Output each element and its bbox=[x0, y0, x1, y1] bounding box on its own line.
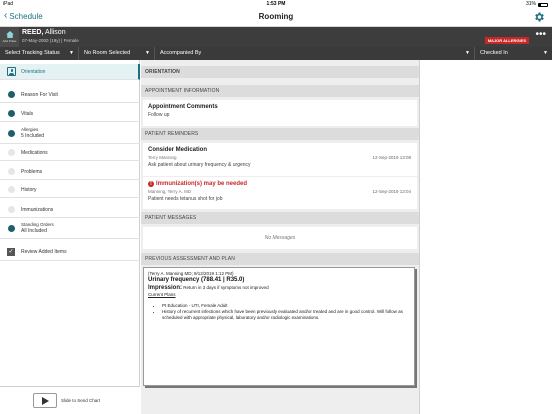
previous-assessment-header: PREVIOUS ASSESSMENT AND PLAN bbox=[141, 253, 419, 265]
sidebar-item-label: Review Added Items bbox=[21, 249, 67, 255]
slide-handle-play-icon[interactable] bbox=[33, 393, 57, 408]
sidebar: Orientation Reason For Visit Vitals Alle… bbox=[0, 60, 140, 414]
status-dot-icon bbox=[8, 149, 15, 156]
reminder-card[interactable]: ! Immunization(s) may be needed Manning,… bbox=[143, 177, 417, 209]
impression-label: Impression: bbox=[148, 285, 183, 291]
accompanied-by-dropdown[interactable]: Accompanied By ▼ bbox=[155, 47, 475, 60]
reminder-date: 12-Sep-2019 13:04 bbox=[372, 189, 411, 194]
orientation-header: ORIENTATION bbox=[141, 66, 419, 78]
sidebar-item-problems[interactable]: Problems bbox=[0, 164, 140, 180]
patient-name[interactable]: REED, Allison bbox=[22, 29, 66, 36]
sidebar-item-label: Vitals bbox=[21, 110, 34, 117]
reminder-date: 12-Sep-2019 13:08 bbox=[372, 155, 411, 160]
battery-icon bbox=[538, 3, 548, 7]
patient-reminders-header: PATIENT REMINDERS bbox=[141, 128, 419, 140]
sidebar-item-text: Standing Orders All Included bbox=[21, 222, 54, 234]
navigation-bar: ‹ Schedule Rooming bbox=[0, 8, 552, 27]
status-dot-icon bbox=[8, 224, 15, 232]
gear-icon[interactable] bbox=[533, 11, 545, 23]
status-dot-icon bbox=[8, 110, 15, 117]
status-bar: iPad 1:53 PM 31% bbox=[0, 0, 552, 8]
sidebar-item-label: Orientation bbox=[21, 68, 46, 75]
assessment-note: (Terry A. Manning MD; 9/12/2019 1:12 PM)… bbox=[143, 267, 415, 386]
patient-last-name: REED, bbox=[22, 29, 44, 36]
sidebar-item-immunizations[interactable]: Immunizations bbox=[0, 202, 140, 218]
major-allergies-badge[interactable]: MAJOR ALLERGIES bbox=[484, 37, 529, 44]
reminder-text: Ask patient about urinary frequency & ur… bbox=[148, 162, 251, 168]
dropdown-arrow-icon: ▼ bbox=[145, 50, 150, 56]
reminder-text: Patient needs tetanus shot for job bbox=[148, 196, 223, 202]
checked-in-value: Checked In bbox=[480, 50, 508, 56]
plans-list: Pt Education - UTI, Female Adult History… bbox=[162, 303, 410, 321]
add-pulse-label: Add Pulse bbox=[2, 39, 17, 43]
detail-panel bbox=[419, 60, 552, 414]
tracking-status-value: Select Tracking Status bbox=[5, 50, 60, 56]
accompanied-by-value: Accompanied By bbox=[160, 50, 202, 56]
note-impression: Impression: Return in 3 days if symptoms… bbox=[148, 284, 410, 292]
alert-icon: ! bbox=[148, 181, 154, 187]
reminder-card[interactable]: Consider Medication Terry Manning 12-Sep… bbox=[143, 143, 417, 176]
status-dot-icon bbox=[8, 129, 15, 137]
messages-card: No Messages bbox=[143, 227, 417, 249]
room-dropdown[interactable]: No Room Selected ▼ bbox=[79, 47, 155, 60]
sidebar-item-medications[interactable]: Medications bbox=[0, 145, 140, 161]
checkbox-icon: ✓ bbox=[7, 248, 15, 256]
more-options-icon[interactable]: ••• bbox=[535, 29, 546, 40]
patient-messages-header: PATIENT MESSAGES bbox=[141, 212, 419, 224]
sidebar-item-sub: All Included bbox=[21, 228, 47, 234]
appointment-card: Appointment Comments Follow up bbox=[143, 100, 417, 126]
reminder-title: Consider Medication bbox=[148, 147, 208, 153]
home-icon bbox=[5, 31, 14, 38]
impression-text: Return in 3 days if symptoms not improve… bbox=[183, 285, 269, 290]
status-dot-icon bbox=[8, 206, 15, 213]
patient-banner: Add Pulse REED, Allison 07-May-2000 (19y… bbox=[0, 27, 552, 47]
status-dot-icon bbox=[8, 186, 15, 193]
sidebar-item-history[interactable]: History bbox=[0, 182, 140, 198]
checked-in-dropdown[interactable]: Checked In ▼ bbox=[475, 47, 552, 60]
slide-to-send-area: Slide to Send Chart bbox=[0, 386, 140, 414]
filter-bar: Select Tracking Status ▼ No Room Selecte… bbox=[0, 47, 552, 60]
sidebar-item-allergies[interactable]: Allergies 5 Included bbox=[0, 123, 140, 144]
sidebar-item-label: Immunizations bbox=[21, 206, 54, 213]
battery-percent: 31% bbox=[525, 1, 536, 7]
sidebar-item-label: History bbox=[21, 186, 37, 193]
dropdown-arrow-icon: ▼ bbox=[543, 50, 548, 56]
dropdown-arrow-icon: ▼ bbox=[465, 50, 470, 56]
list-item: History of recurrent infections which ha… bbox=[162, 309, 410, 321]
tracking-status-dropdown[interactable]: Select Tracking Status ▼ bbox=[0, 47, 79, 60]
sidebar-item-vitals[interactable]: Vitals bbox=[0, 106, 140, 122]
sidebar-item-sub: 5 Included bbox=[21, 133, 45, 139]
sidebar-item-reason-for-visit[interactable]: Reason For Visit bbox=[0, 87, 140, 103]
appointment-comments-title: Appointment Comments bbox=[148, 104, 218, 110]
battery-indicator: 31% bbox=[526, 0, 548, 8]
patient-demographics: 07-May-2000 (19y) | Female bbox=[22, 38, 79, 43]
sidebar-item-label: Medications bbox=[21, 149, 48, 156]
status-dot-icon bbox=[8, 91, 15, 98]
clock: 1:53 PM bbox=[266, 1, 286, 7]
page-title: Rooming bbox=[258, 12, 294, 21]
sidebar-item-orientation[interactable]: Orientation bbox=[0, 64, 140, 80]
dropdown-arrow-icon: ▼ bbox=[69, 50, 74, 56]
sidebar-item-text: Allergies 5 Included bbox=[21, 127, 44, 139]
sidebar-item-standing-orders[interactable]: Standing Orders All Included bbox=[0, 218, 140, 239]
no-messages-text: No Messages bbox=[264, 235, 296, 241]
patient-first-name: Allison bbox=[44, 29, 66, 36]
room-value: No Room Selected bbox=[84, 50, 131, 56]
current-plans-label: Current Plans bbox=[148, 292, 176, 297]
appointment-info-header: APPOINTMENT INFORMATION bbox=[141, 85, 419, 97]
person-icon bbox=[7, 67, 16, 76]
note-diagnosis: Urinary frequency (788.41 | R35.0) bbox=[148, 277, 245, 283]
sidebar-item-review-added-items[interactable]: ✓ Review Added Items bbox=[0, 244, 140, 261]
sidebar-item-label: Reason For Visit bbox=[21, 91, 58, 98]
slide-label: Slide to Send Chart bbox=[61, 398, 101, 403]
status-dot-icon bbox=[8, 168, 15, 175]
appointment-comments-text: Follow up bbox=[148, 112, 170, 118]
sidebar-item-label: Problems bbox=[21, 168, 43, 175]
reminder-title-text: Immunization(s) may be needed bbox=[156, 181, 248, 187]
main-content: ORIENTATION APPOINTMENT INFORMATION Appo… bbox=[141, 60, 419, 414]
reminder-title: ! Immunization(s) may be needed bbox=[148, 181, 412, 187]
add-pulse-button[interactable]: Add Pulse bbox=[0, 27, 19, 47]
